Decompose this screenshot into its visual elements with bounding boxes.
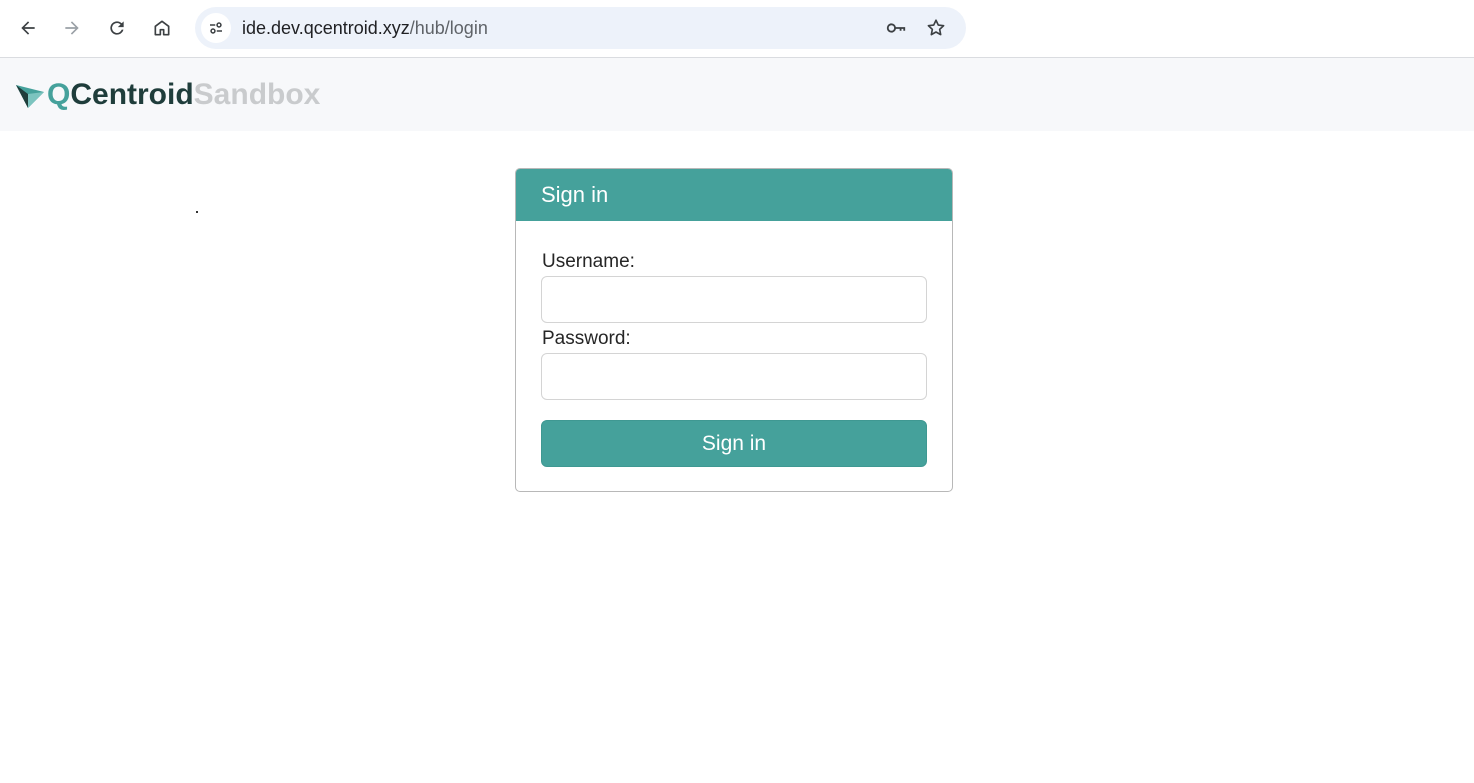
username-label: Username: [542,251,635,272]
username-input[interactable] [541,276,927,323]
password-key-icon [886,23,906,33]
login-card-title: Sign in [516,169,952,221]
browser-toolbar: ide.dev.qcentroid.xyz/hub/login [0,0,1474,58]
home-icon [154,20,170,36]
forward-button[interactable] [54,10,90,46]
password-manager-button[interactable] [884,16,908,40]
logo-suffix-text: Sandbox [193,78,321,111]
sign-in-button[interactable]: Sign in [541,420,927,467]
password-label: Password: [542,328,631,349]
address-bar[interactable]: ide.dev.qcentroid.xyz/hub/login [195,7,966,49]
qcentroid-logo-icon [16,85,44,108]
site-info-icon [210,22,222,34]
logo-main-text: Centroid [70,78,194,111]
qcentroid-logo[interactable]: Q Centroid Sandbox [15,78,320,112]
url-host: ide.dev.qcentroid.xyz [242,18,410,38]
forward-arrow-icon [65,21,79,35]
back-button[interactable] [10,10,46,46]
stray-dot [196,211,198,213]
site-info-button[interactable] [201,13,231,43]
bookmark-star-icon [927,19,945,36]
password-input[interactable] [541,353,927,400]
reload-button[interactable] [99,10,135,46]
home-button[interactable] [144,10,180,46]
url-path: /hub/login [409,18,488,38]
url-text: ide.dev.qcentroid.xyz/hub/login [242,18,488,38]
back-arrow-icon [21,21,35,35]
bookmark-button[interactable] [924,16,948,40]
reload-icon [110,21,124,35]
logo-q: Q [47,78,71,111]
login-card: Sign in Username: Password: Sign in [515,168,953,492]
app-header: Q Centroid Sandbox [0,58,1474,131]
